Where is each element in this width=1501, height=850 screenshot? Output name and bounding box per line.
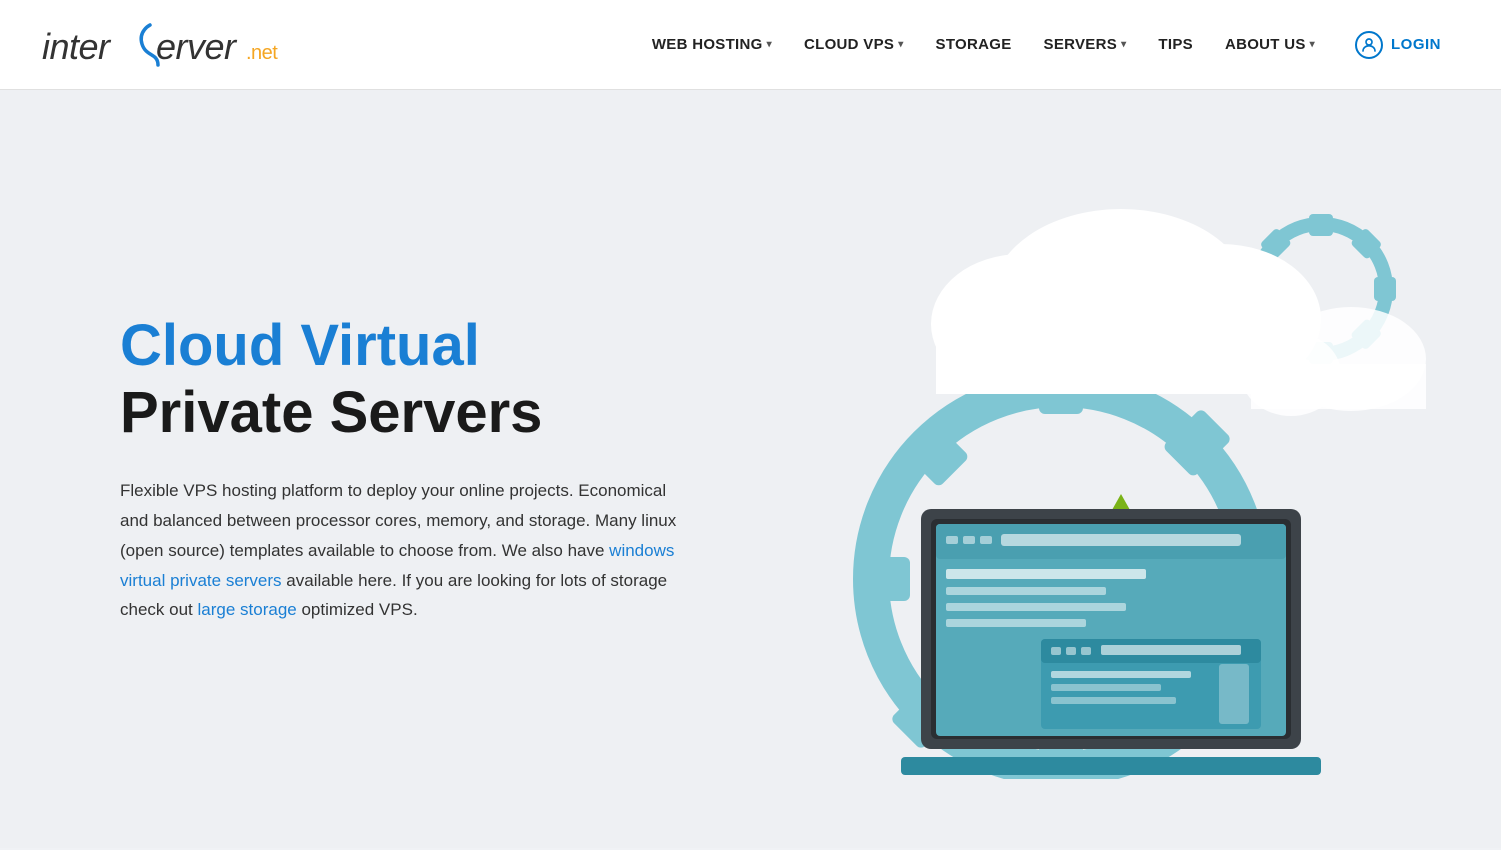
hero-content: Cloud Virtual Private Servers Flexible V… <box>120 313 680 625</box>
hero-description: Flexible VPS hosting platform to deploy … <box>120 476 680 625</box>
svg-text:erver: erver <box>156 26 238 67</box>
nav-storage[interactable]: STORAGE <box>924 28 1024 61</box>
hero-title: Cloud Virtual Private Servers <box>120 313 680 446</box>
nav-cloud-vps[interactable]: CLOUD VPS ▾ <box>792 28 916 61</box>
large-storage-link[interactable]: large storage <box>198 600 297 619</box>
chevron-down-icon: ▾ <box>1310 39 1315 50</box>
main-nav: WEB HOSTING ▾ CLOUD VPS ▾ STORAGE SERVER… <box>640 23 1461 67</box>
svg-text:.net: .net <box>246 42 278 64</box>
user-icon <box>1355 31 1383 59</box>
nav-servers[interactable]: SERVERS ▾ <box>1032 28 1139 61</box>
chevron-down-icon: ▾ <box>767 39 772 50</box>
svg-text:inter: inter <box>42 26 112 67</box>
chevron-down-icon: ▾ <box>1121 39 1126 50</box>
nav-web-hosting[interactable]: WEB HOSTING ▾ <box>640 28 784 61</box>
hero-section: Cloud Virtual Private Servers Flexible V… <box>0 90 1501 848</box>
nav-about-us[interactable]: ABOUT US ▾ <box>1213 28 1327 61</box>
header: inter erver .net WEB HOSTING ▾ CLOUD VPS… <box>0 0 1501 90</box>
hero-illustration <box>791 159 1441 779</box>
logo[interactable]: inter erver .net <box>40 17 280 72</box>
login-button[interactable]: LOGIN <box>1335 23 1461 67</box>
nav-tips[interactable]: TIPS <box>1146 28 1205 61</box>
chevron-down-icon: ▾ <box>898 39 903 50</box>
